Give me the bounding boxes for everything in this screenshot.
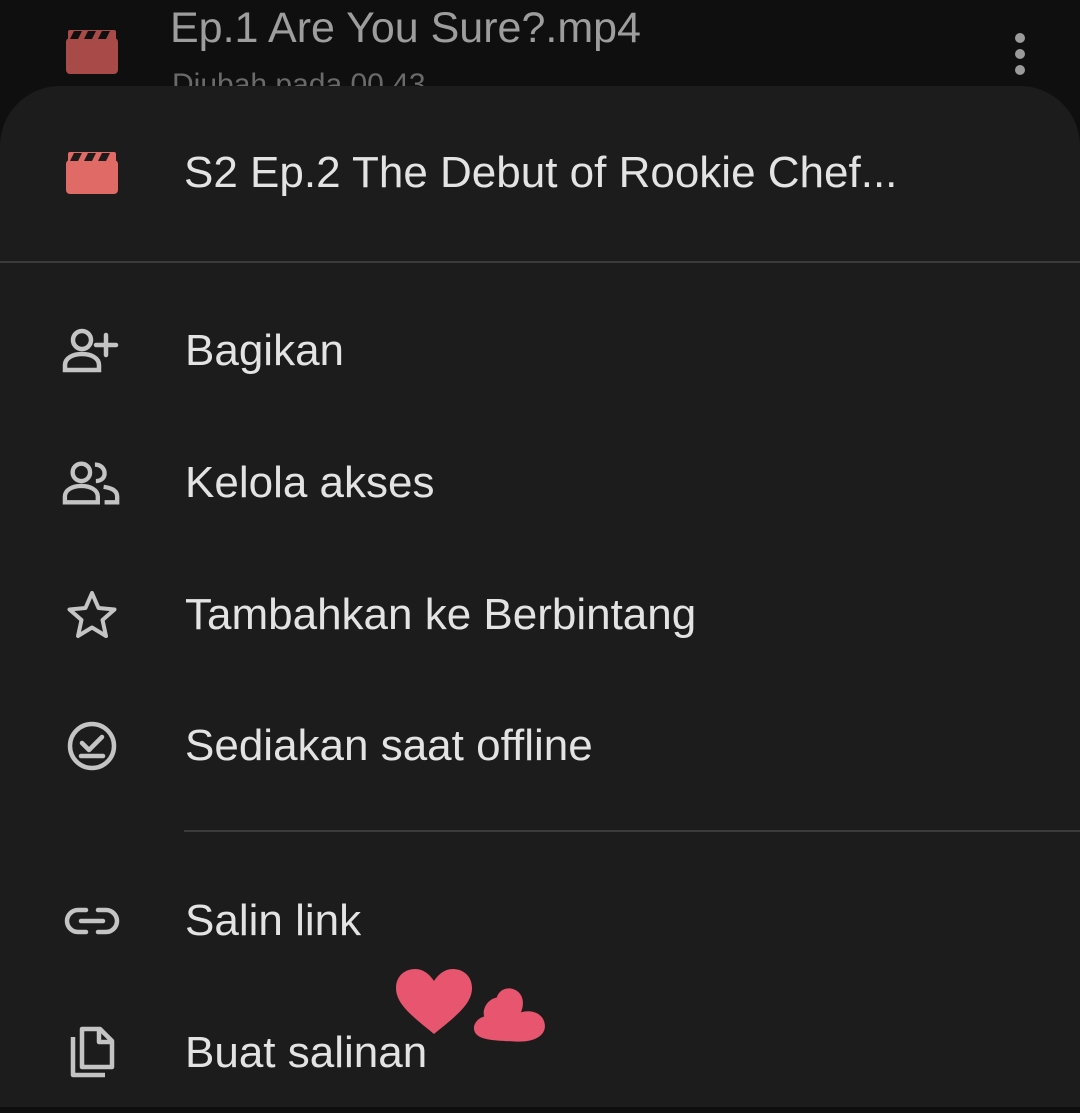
sheet-file-title: S2 Ep.2 The Debut of Rookie Chef... bbox=[184, 148, 898, 197]
link-icon bbox=[62, 891, 122, 951]
star-outline-icon bbox=[62, 585, 122, 645]
menu-item-label: Tambahkan ke Berbintang bbox=[185, 590, 697, 639]
offline-check-icon bbox=[62, 716, 122, 776]
menu-item-label: Kelola akses bbox=[185, 458, 435, 507]
menu-item-label: Salin link bbox=[185, 896, 362, 945]
more-vert-icon[interactable] bbox=[1000, 30, 1040, 83]
people-icon bbox=[62, 453, 122, 513]
menu-item-add-starred[interactable]: Tambahkan ke Berbintang bbox=[0, 555, 1080, 675]
file-actions-bottom-sheet: S2 Ep.2 The Debut of Rookie Chef... Bagi… bbox=[0, 86, 1080, 1107]
hearts-sticker bbox=[392, 966, 552, 1066]
person-add-icon bbox=[62, 321, 122, 381]
menu-item-label: Buat salinan bbox=[185, 1028, 428, 1077]
header-divider bbox=[0, 261, 1080, 263]
menu-item-share[interactable]: Bagikan bbox=[0, 291, 1080, 411]
sheet-header: S2 Ep.2 The Debut of Rookie Chef... bbox=[0, 86, 1080, 262]
video-clapper-icon bbox=[66, 152, 118, 199]
menu-item-copy-link[interactable]: Salin link bbox=[0, 861, 1080, 981]
menu-item-manage-access[interactable]: Kelola akses bbox=[0, 423, 1080, 543]
menu-item-label: Sediakan saat offline bbox=[185, 721, 593, 770]
menu-item-make-offline[interactable]: Sediakan saat offline bbox=[0, 686, 1080, 806]
copy-icon bbox=[62, 1023, 122, 1083]
video-clapper-icon bbox=[66, 30, 118, 79]
background-file-title: Ep.1 Are You Sure?.mp4 bbox=[170, 4, 641, 52]
menu-item-label: Bagikan bbox=[185, 326, 345, 375]
section-divider bbox=[184, 830, 1080, 832]
